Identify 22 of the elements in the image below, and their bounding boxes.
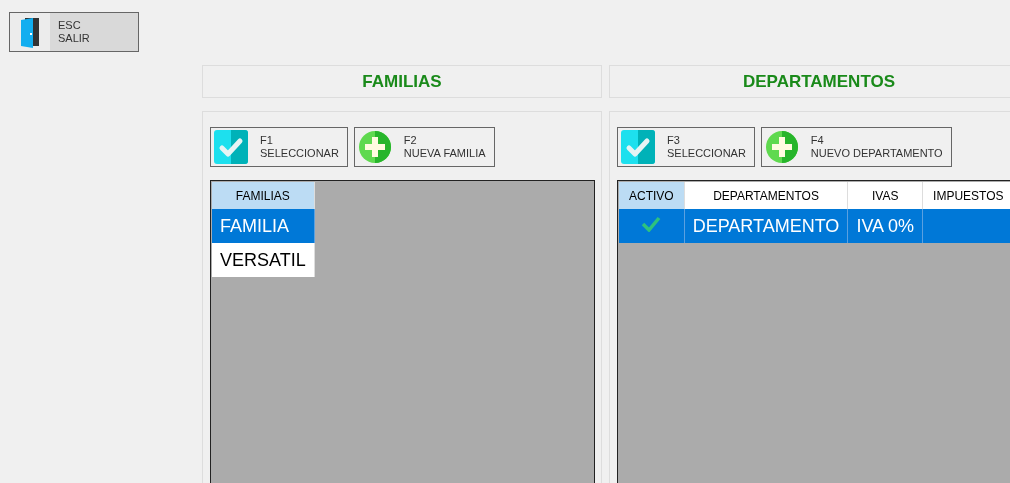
table-row[interactable]: VERSATIL	[212, 243, 315, 277]
select-button[interactable]: F3 SELECCIONAR	[617, 127, 755, 167]
table-row[interactable]: DEPARTAMENTO IVA 0%	[619, 209, 1010, 243]
add-button[interactable]: F4 NUEVO DEPARTAMENTO	[760, 127, 952, 167]
table-cell: DEPARTAMENTO	[684, 209, 848, 243]
column-header[interactable]: ACTIVO	[619, 182, 685, 209]
table-row[interactable]: FAMILIA	[212, 209, 315, 243]
add-button[interactable]: F2 NUEVA FAMILIA	[353, 127, 495, 167]
column-header[interactable]: FAMILIAS	[212, 182, 315, 209]
checkmark-icon	[214, 130, 248, 164]
panel-header: FAMILIAS	[202, 65, 602, 98]
plus-icon	[357, 130, 392, 164]
plus-icon	[764, 130, 799, 164]
column-header[interactable]: DEPARTAMENTOS	[684, 182, 848, 209]
exit-button[interactable]: ESC SALIR	[9, 12, 139, 52]
table-cell: IVA 0%	[847, 209, 923, 243]
door-icon	[19, 16, 41, 48]
select-button[interactable]: F1 SELECCIONAR	[210, 127, 348, 167]
column-header[interactable]: IMPUESTOS	[922, 182, 1010, 209]
column-header[interactable]: IVAS	[847, 182, 923, 209]
panel-header: DEPARTAMENTOS	[609, 65, 1010, 98]
checkmark-icon	[621, 130, 655, 164]
